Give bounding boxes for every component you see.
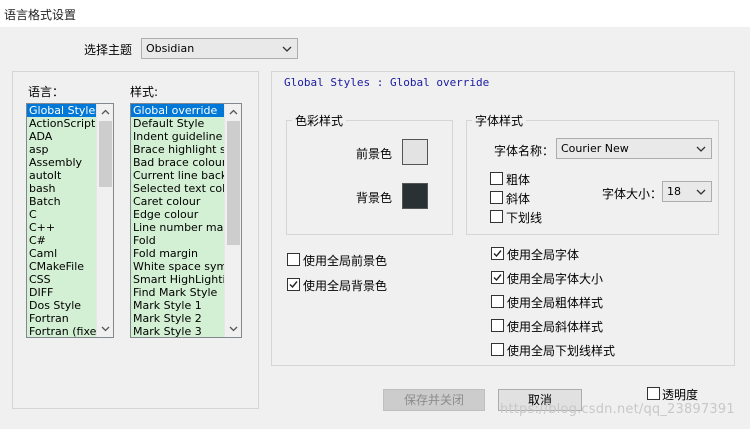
font-style-title: 字体样式	[472, 112, 527, 129]
language-list-scrollbar[interactable]	[96, 104, 113, 337]
use-global-bg-label: 使用全局背景色	[303, 279, 388, 293]
transparency-checkbox[interactable]	[647, 387, 660, 400]
scroll-up-icon[interactable]	[100, 107, 111, 118]
background-color-swatch[interactable]	[402, 183, 428, 209]
italic-checkbox[interactable]	[490, 191, 503, 204]
use-global-italic-checkbox[interactable]	[491, 319, 504, 332]
foreground-color-swatch[interactable]	[402, 139, 428, 165]
underline-checkbox[interactable]	[490, 210, 503, 223]
scroll-down-icon[interactable]	[228, 323, 239, 334]
window-title: 语言格式设置	[4, 8, 77, 22]
font-size-label: 字体大小：	[602, 187, 663, 201]
use-global-font-label: 使用全局字体	[507, 248, 580, 262]
font-size-select[interactable]: 18	[662, 181, 712, 202]
scroll-up-icon[interactable]	[228, 107, 239, 118]
checkmark-icon	[289, 281, 298, 289]
font-size-value: 18	[667, 185, 681, 198]
color-style-title: 色彩样式	[292, 112, 347, 129]
use-global-italic-label: 使用全局斜体样式	[507, 320, 604, 334]
language-scroll-thumb[interactable]	[99, 121, 112, 187]
font-name-label: 字体名称：	[494, 144, 555, 158]
checkmark-icon	[493, 274, 502, 282]
italic-label: 斜体	[506, 192, 531, 206]
use-global-bold-checkbox[interactable]	[491, 295, 504, 308]
theme-label: 选择主题	[84, 43, 133, 57]
styles-label: 样式:	[130, 85, 159, 99]
style-list[interactable]: Global override Default Style Indent guide…	[130, 103, 242, 338]
style-list-scrollbar[interactable]	[224, 104, 241, 337]
use-global-bold-label: 使用全局粗体样式	[507, 296, 604, 310]
theme-select-value: Obsidian	[146, 42, 195, 55]
use-global-font-size-checkbox[interactable]	[491, 271, 504, 284]
bold-checkbox[interactable]	[490, 172, 503, 185]
languages-label: 语言：	[28, 85, 65, 99]
underline-label: 下划线	[506, 211, 543, 225]
use-global-font-size-label: 使用全局字体大小	[507, 272, 604, 286]
save-close-button[interactable]: 保存并关闭	[383, 389, 485, 411]
use-global-fg-checkbox[interactable]	[287, 253, 300, 266]
font-name-value: Courier New	[561, 142, 629, 155]
use-global-fg-label: 使用全局前景色	[303, 254, 388, 268]
background-label: 背景色	[356, 191, 393, 205]
bold-label: 粗体	[506, 173, 531, 187]
checkmark-icon	[493, 250, 502, 258]
color-style-group	[286, 120, 453, 235]
chevron-down-icon	[696, 146, 706, 152]
chevron-down-icon	[282, 46, 292, 52]
watermark-text: https://blog.csdn.net/qq_23897391	[500, 402, 735, 417]
use-global-bg-checkbox[interactable]	[287, 278, 300, 291]
style-scroll-thumb[interactable]	[227, 121, 240, 245]
language-list[interactable]: Global Styles ActionScript ADA asp Assembly a…	[26, 103, 114, 338]
title-bar: 语言格式设置	[0, 0, 750, 28]
theme-select[interactable]: Obsidian	[141, 38, 298, 59]
chevron-down-icon	[696, 189, 706, 195]
use-global-font-checkbox[interactable]	[491, 247, 504, 260]
foreground-label: 前景色	[356, 147, 393, 161]
font-name-select[interactable]: Courier New	[556, 138, 712, 159]
transparency-label: 透明度	[662, 388, 699, 402]
scroll-down-icon[interactable]	[100, 323, 111, 334]
use-global-underline-label: 使用全局下划线样式	[507, 344, 616, 358]
style-path-header: Global Styles : Global override	[284, 76, 490, 89]
use-global-underline-checkbox[interactable]	[491, 343, 504, 356]
